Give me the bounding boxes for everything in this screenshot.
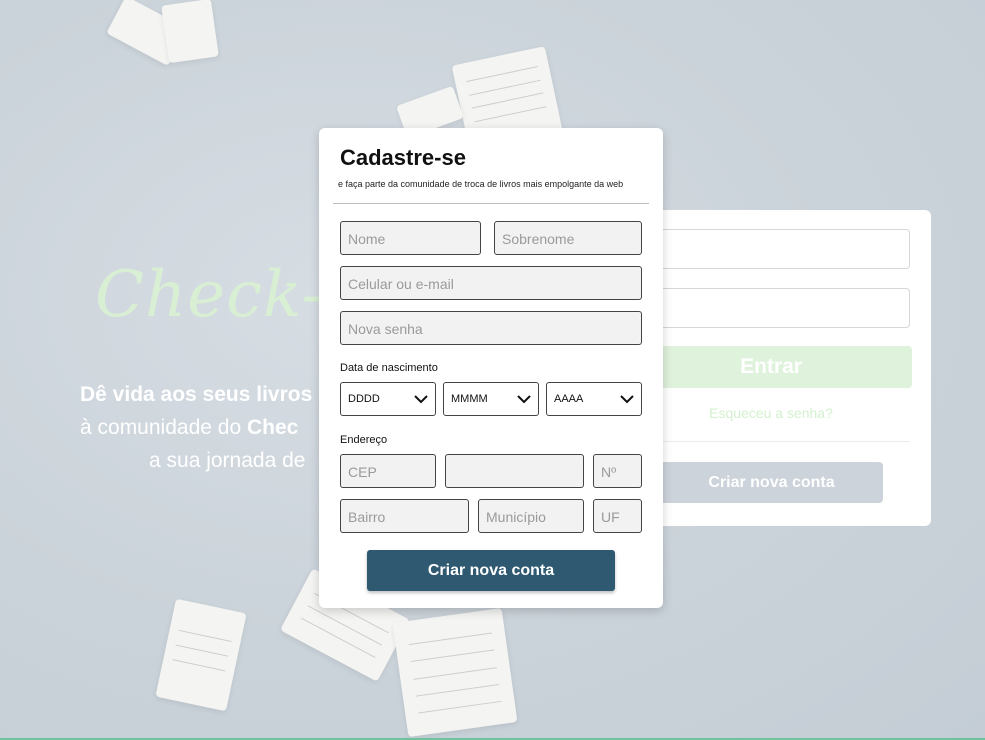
district-input[interactable]: Bairro: [340, 499, 469, 533]
number-input[interactable]: Nº: [593, 454, 642, 488]
flying-page-image: [392, 607, 518, 738]
contact-input[interactable]: Celular ou e-mail: [340, 266, 642, 300]
new-password-input[interactable]: Nova senha: [340, 311, 642, 345]
flying-page-image: [161, 0, 219, 64]
chevron-down-icon: [620, 395, 634, 404]
signup-modal: Cadastre-se e faça parte da comunidade d…: [319, 128, 663, 608]
cep-input[interactable]: CEP: [340, 454, 436, 488]
login-divider: [630, 441, 910, 442]
birth-day-value: DDDD: [348, 393, 380, 405]
city-input[interactable]: Município: [478, 499, 584, 533]
birth-year-select[interactable]: AAAA: [546, 382, 642, 416]
create-account-button[interactable]: Criar nova conta: [660, 462, 883, 503]
signup-divider: [333, 203, 649, 204]
birth-day-select[interactable]: DDDD: [340, 382, 436, 416]
street-input[interactable]: [445, 454, 584, 488]
signup-submit-button[interactable]: Criar nova conta: [367, 550, 615, 591]
birth-date-label: Data de nascimento: [340, 362, 438, 374]
first-name-input[interactable]: Nome: [340, 221, 481, 255]
birth-year-value: AAAA: [554, 393, 584, 405]
state-input[interactable]: UF: [593, 499, 642, 533]
birth-month-select[interactable]: MMMM: [443, 382, 539, 416]
chevron-down-icon: [517, 395, 531, 404]
signup-title: Cadastre-se: [340, 145, 466, 170]
signup-subtitle: e faça parte da comunidade de troca de l…: [338, 179, 624, 189]
chevron-down-icon: [414, 395, 428, 404]
address-label: Endereço: [340, 434, 388, 446]
login-submit-button[interactable]: Entrar: [630, 346, 912, 388]
forgot-password-link[interactable]: Esqueceu a senha?: [630, 405, 912, 421]
login-password-input[interactable]: a: [630, 288, 910, 328]
last-name-input[interactable]: Sobrenome: [494, 221, 642, 255]
birth-month-value: MMMM: [451, 393, 488, 405]
login-email-input[interactable]: n: [630, 229, 910, 269]
